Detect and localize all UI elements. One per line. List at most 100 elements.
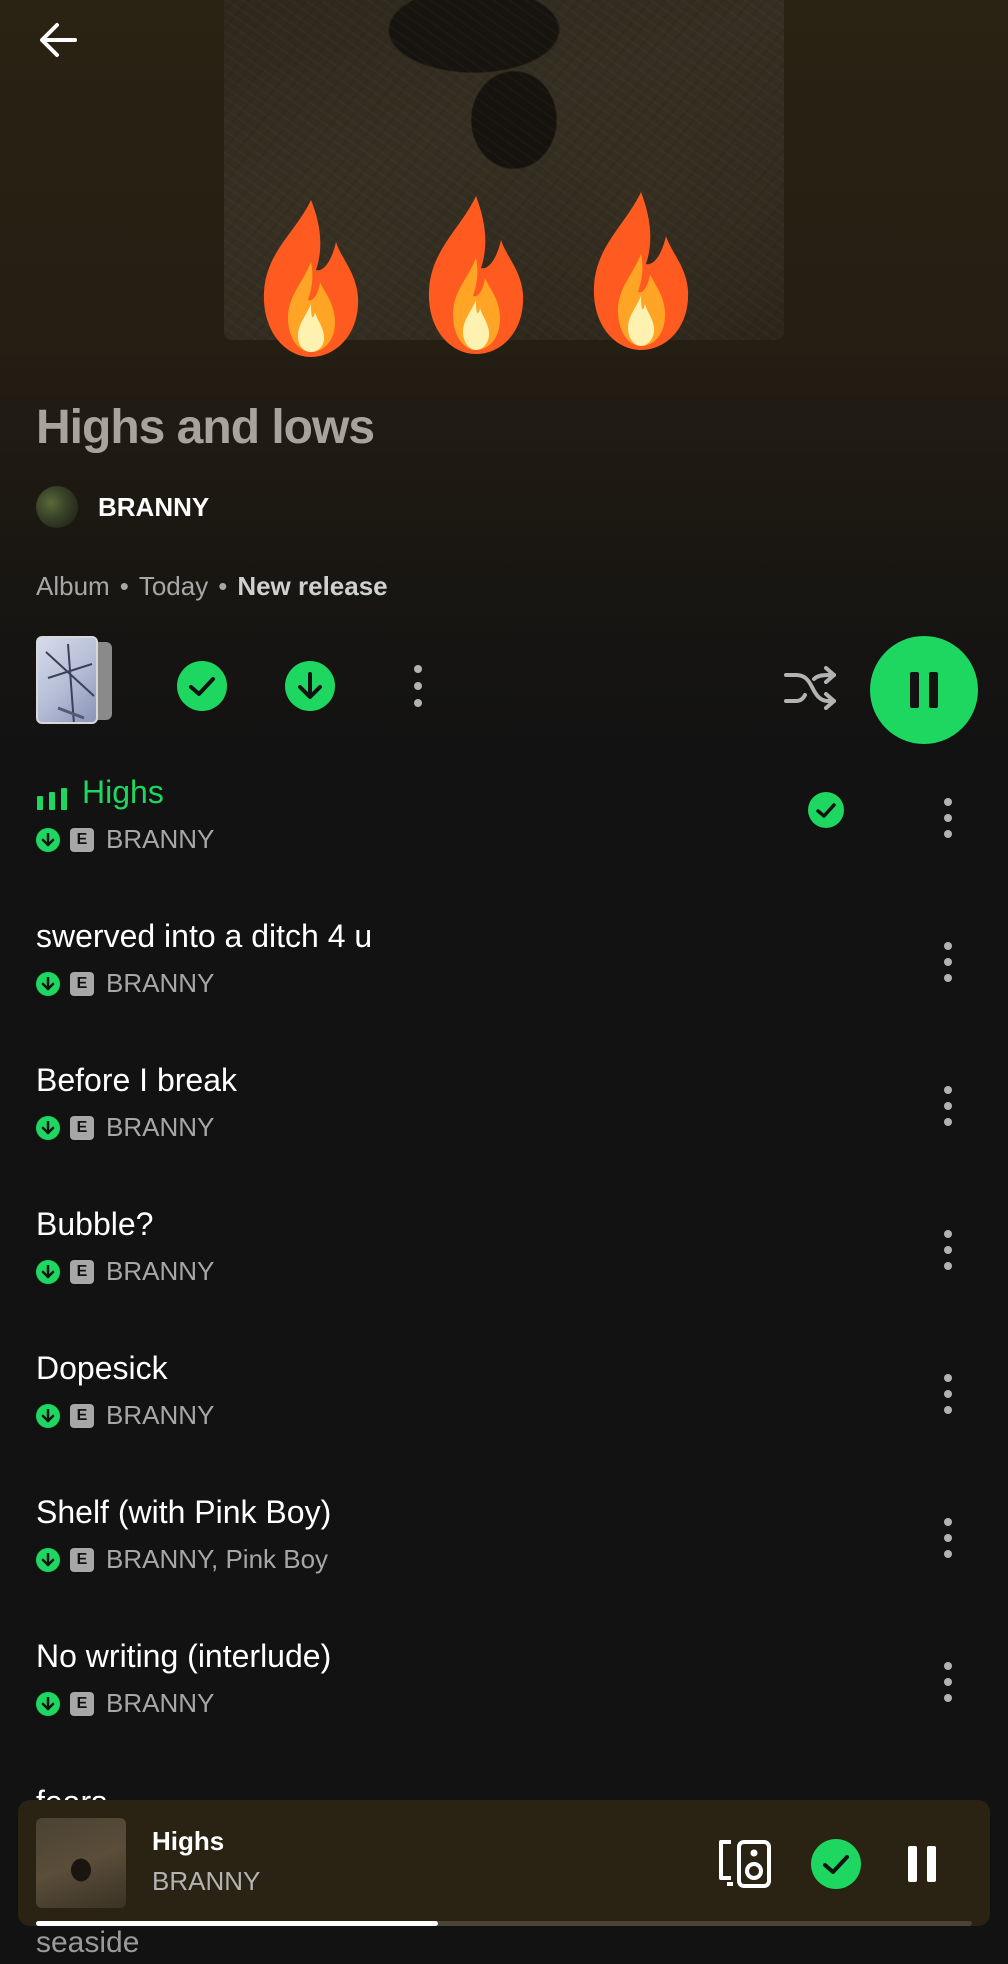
shuffle-button[interactable] — [780, 662, 840, 714]
more-vertical-icon — [944, 1518, 952, 1558]
fire-icon — [428, 196, 524, 354]
track-subtitle: E BRANNY — [36, 1688, 214, 1719]
preview-thumbnail[interactable] — [36, 636, 112, 726]
fire-icon — [593, 192, 689, 350]
back-button[interactable] — [30, 12, 86, 68]
downloaded-icon — [36, 1403, 60, 1428]
partial-track-title[interactable]: fears — [36, 1780, 107, 1802]
track-subtitle: E BRANNY — [36, 1256, 214, 1287]
track-row[interactable]: Highs E BRANNY — [36, 774, 976, 884]
track-title: Highs — [82, 774, 164, 810]
connect-device-button[interactable] — [716, 1836, 776, 1892]
album-type: Album — [36, 571, 110, 601]
track-subtitle: E BRANNY — [36, 1112, 214, 1143]
mini-player[interactable]: Highs BRANNY — [18, 1800, 990, 1926]
track-more-button[interactable] — [920, 1078, 976, 1134]
pause-icon — [908, 1846, 936, 1882]
more-vertical-icon — [944, 1230, 952, 1270]
meta-separator: • — [119, 571, 129, 601]
album-date: Today — [138, 571, 209, 601]
download-icon — [285, 661, 335, 711]
explicit-badge: E — [70, 1547, 94, 1572]
mini-player-artwork — [36, 1818, 126, 1908]
power-line-icon — [45, 643, 95, 722]
artist-name: BRANNY — [98, 491, 210, 522]
track-artist: BRANNY — [106, 1112, 215, 1142]
downloaded-icon — [36, 971, 60, 996]
artist-avatar — [36, 486, 78, 528]
album-title: Highs and lows — [36, 401, 375, 454]
check-circle-icon — [808, 792, 844, 828]
track-more-button[interactable] — [920, 1654, 976, 1710]
more-vertical-icon — [944, 942, 952, 982]
explicit-badge: E — [70, 1259, 94, 1284]
pause-icon — [910, 672, 938, 708]
track-row[interactable]: Dopesick E BRANNY — [36, 1350, 976, 1460]
track-title: No writing (interlude) — [36, 1638, 332, 1674]
track-saved-button[interactable] — [808, 792, 844, 833]
track-row[interactable]: Bubble? E BRANNY — [36, 1206, 976, 1316]
more-vertical-icon — [944, 798, 952, 838]
mini-player-title: Highs — [152, 1826, 225, 1856]
track-subtitle: E BRANNY, Pink Boy — [36, 1544, 328, 1575]
downloaded-icon — [36, 827, 60, 852]
track-row[interactable]: No writing (interlude) E BRANNY — [36, 1638, 976, 1748]
arrow-left-icon — [40, 23, 77, 57]
mini-player-artist: BRANNY — [152, 1866, 261, 1896]
album-meta: Album • Today • New release — [36, 571, 388, 602]
track-artist: BRANNY, Pink Boy — [106, 1544, 329, 1574]
track-artist: BRANNY — [106, 968, 215, 998]
track-title: Dopesick — [36, 1350, 168, 1386]
more-vertical-icon — [414, 665, 422, 707]
track-subtitle: E BRANNY — [36, 824, 214, 855]
meta-separator: • — [218, 571, 228, 601]
equalizer-icon — [37, 788, 67, 810]
track-subtitle: E BRANNY — [36, 968, 214, 999]
explicit-badge: E — [70, 1115, 94, 1140]
track-title: Before I break — [36, 1062, 237, 1098]
explicit-badge: E — [70, 1403, 94, 1428]
explicit-badge: E — [70, 1691, 94, 1716]
fire-emoji-row — [236, 192, 716, 362]
download-button[interactable] — [282, 658, 338, 714]
track-row[interactable]: swerved into a ditch 4 u E BRANNY — [36, 918, 976, 1028]
play-pause-button[interactable] — [870, 636, 978, 744]
more-vertical-icon — [944, 1374, 952, 1414]
track-more-button[interactable] — [920, 1222, 976, 1278]
downloaded-icon — [36, 1259, 60, 1284]
track-more-button[interactable] — [920, 1510, 976, 1566]
mini-player-saved-button[interactable] — [808, 1836, 864, 1892]
check-circle-icon — [811, 1839, 861, 1889]
track-row[interactable]: Shelf (with Pink Boy) E BRANNY, Pink Boy — [36, 1494, 976, 1604]
track-more-button[interactable] — [920, 1366, 976, 1422]
track-title: Bubble? — [36, 1206, 154, 1242]
explicit-badge: E — [70, 827, 94, 852]
mini-player-progress-track[interactable] — [36, 1921, 972, 1926]
track-title: swerved into a ditch 4 u — [36, 918, 373, 954]
explicit-badge: E — [70, 971, 94, 996]
track-more-button[interactable] — [920, 790, 976, 846]
track-more-button[interactable] — [920, 934, 976, 990]
partial-track-title-bottom: seaside — [36, 1926, 140, 1959]
more-vertical-icon — [944, 1662, 952, 1702]
downloaded-icon — [36, 1691, 60, 1716]
track-artist: BRANNY — [106, 1400, 215, 1430]
saved-button[interactable] — [174, 658, 230, 714]
shuffle-icon — [784, 666, 836, 710]
track-artist: BRANNY — [106, 1688, 215, 1718]
more-vertical-icon — [944, 1086, 952, 1126]
mini-player-pause-button[interactable] — [894, 1836, 950, 1892]
track-title: Shelf (with Pink Boy) — [36, 1494, 332, 1530]
track-artist: BRANNY — [106, 824, 215, 854]
thumbnail-front — [36, 636, 98, 724]
track-row[interactable]: Before I break E BRANNY — [36, 1062, 976, 1172]
track-artist: BRANNY — [106, 1256, 215, 1286]
downloaded-icon — [36, 1547, 60, 1572]
fire-icon — [263, 200, 359, 357]
speaker-device-icon — [719, 1840, 771, 1888]
album-tag: New release — [237, 571, 388, 601]
artist-link[interactable]: BRANNY — [36, 486, 209, 528]
downloaded-icon — [36, 1115, 60, 1140]
check-circle-icon — [177, 661, 227, 711]
more-options-button[interactable] — [392, 658, 444, 714]
